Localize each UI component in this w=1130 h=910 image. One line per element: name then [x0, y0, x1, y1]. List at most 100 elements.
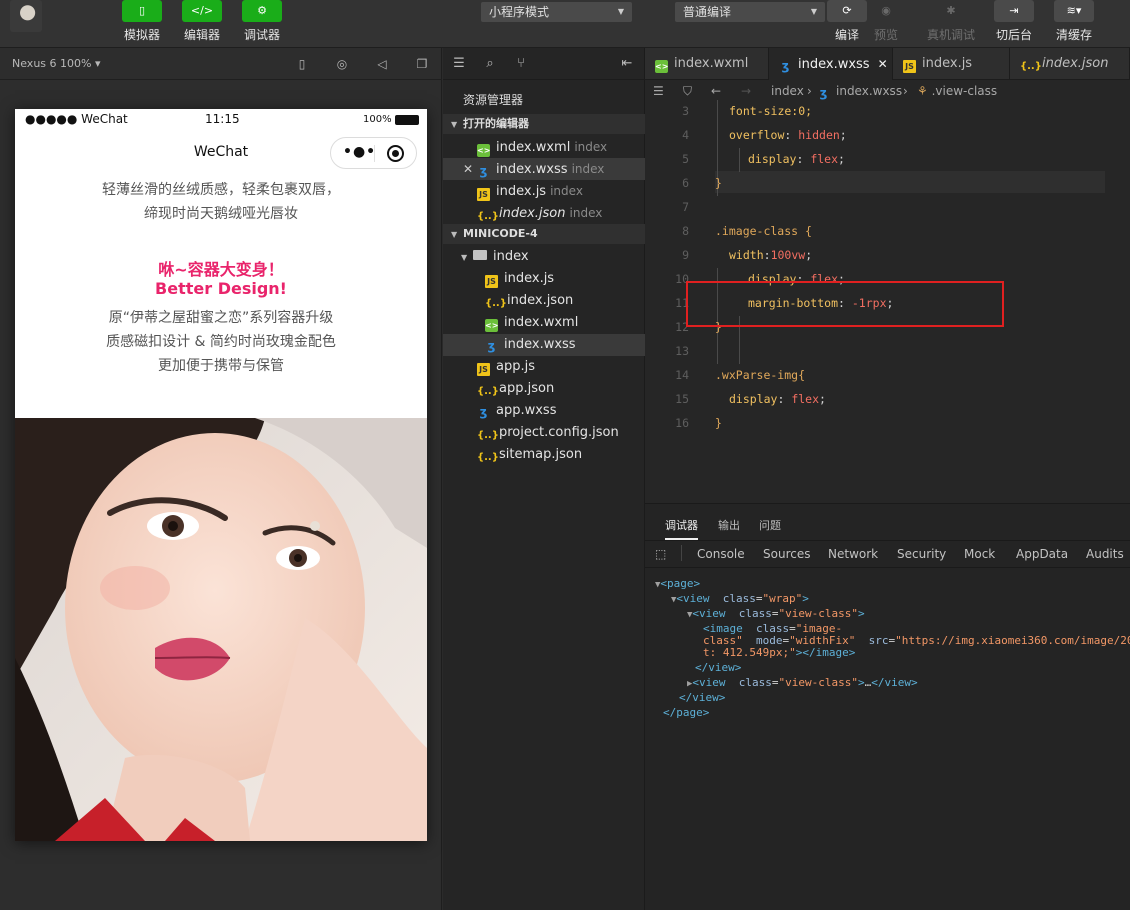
- switch-icon: ⇥: [994, 0, 1034, 22]
- tab-index-wxml[interactable]: <> index.wxml: [645, 48, 769, 80]
- close-icon[interactable]: ✕: [463, 158, 477, 180]
- tab-debugger[interactable]: 调试器: [665, 517, 698, 540]
- chevron-right-icon: ›: [903, 84, 908, 98]
- clear-cache-button[interactable]: ≋▾ 清缓存: [1052, 0, 1096, 43]
- file-item[interactable]: JS index.js: [443, 268, 645, 290]
- capsule-divider: [374, 145, 375, 162]
- remote-debug-button[interactable]: ✱ 真机调试: [926, 0, 976, 43]
- mode-select[interactable]: 小程序模式 ▼: [481, 2, 632, 22]
- dom-node[interactable]: </view>: [695, 661, 741, 674]
- tab-index-js[interactable]: JS index.js: [893, 48, 1010, 80]
- open-editor-item[interactable]: <> index.wxml index: [443, 136, 645, 158]
- close-miniprogram-icon[interactable]: [387, 145, 404, 162]
- sound-icon[interactable]: ◁: [375, 57, 389, 71]
- line-number: 9: [682, 248, 689, 262]
- record-icon[interactable]: ◎: [335, 57, 349, 71]
- file-item[interactable]: ʒ app.wxss: [443, 400, 645, 422]
- tab-security[interactable]: Security: [897, 547, 946, 561]
- file-item[interactable]: {..}project.config.json: [443, 422, 645, 444]
- breadcrumb-item[interactable]: ⚘ .view-class: [917, 80, 997, 102]
- remote-debug-label: 真机调试: [926, 28, 975, 42]
- explorer-title: 资源管理器: [463, 93, 524, 107]
- simulator-button[interactable]: ▯ 模拟器: [120, 0, 164, 43]
- user-avatar[interactable]: [10, 0, 42, 32]
- simulator-label: 模拟器: [123, 28, 160, 42]
- dom-node-collapsed[interactable]: ▶<view class="view-class">…</view>: [687, 676, 918, 689]
- device-select[interactable]: Nexus 6 100% ▾: [12, 57, 101, 70]
- close-icon[interactable]: ✕: [878, 57, 888, 71]
- breadcrumb-item[interactable]: ʒ index.wxss: [817, 80, 902, 102]
- editor-button[interactable]: </> 编辑器: [180, 0, 224, 43]
- tab-network[interactable]: Network: [828, 547, 878, 561]
- wxml-file-icon: <>: [485, 319, 499, 332]
- phone-outline-icon[interactable]: ▯: [295, 57, 309, 71]
- tab-mock[interactable]: Mock: [964, 547, 995, 561]
- compile-button[interactable]: ⟳ 编译: [825, 0, 869, 43]
- open-editor-item[interactable]: JS index.js index: [443, 180, 645, 202]
- dom-node[interactable]: ▼<page>: [655, 577, 700, 590]
- list-icon[interactable]: ☰: [653, 80, 664, 102]
- divider: [645, 540, 1130, 541]
- line-number: 14: [675, 368, 689, 382]
- tab-index-json[interactable]: {..}index.json: [1010, 48, 1130, 80]
- open-editor-item[interactable]: {..}index.json index: [443, 202, 645, 224]
- folder-item[interactable]: ▼ index: [443, 246, 645, 268]
- open-editor-item[interactable]: ✕ ʒ index.wxss index: [443, 158, 645, 180]
- breadcrumb-item[interactable]: index: [771, 80, 804, 102]
- compile-select[interactable]: 普通编译 ▼: [675, 2, 825, 22]
- file-item[interactable]: {..}app.json: [443, 378, 645, 400]
- copy-line: 更加便于携带与保管: [158, 358, 284, 374]
- back-arrow-icon[interactable]: ←: [711, 80, 721, 102]
- bookmark-icon[interactable]: ⛉: [683, 80, 692, 102]
- forward-arrow-icon[interactable]: →: [741, 80, 751, 102]
- tab-problems[interactable]: 问题: [759, 517, 781, 533]
- code-line: font-size:0;: [729, 104, 813, 118]
- dom-node[interactable]: </page>: [663, 706, 709, 719]
- debugger-button[interactable]: ⚙ 调试器: [240, 0, 284, 43]
- file-item[interactable]: {..}index.json: [443, 290, 645, 312]
- search-icon[interactable]: ⌕: [482, 56, 498, 72]
- more-dots-icon[interactable]: •●•: [343, 144, 376, 160]
- js-file-icon: JS: [477, 363, 490, 376]
- product-photo: [15, 418, 427, 841]
- code-icon: </>: [182, 0, 222, 22]
- file-item[interactable]: <> index.wxml: [443, 312, 645, 334]
- compile-select-value: 普通编译: [683, 5, 732, 19]
- js-file-icon: JS: [477, 188, 490, 201]
- code-line: display: flex;: [748, 152, 845, 166]
- tab-audits[interactable]: Audits: [1086, 547, 1124, 561]
- wechat-navbar: WeChat •●•: [15, 131, 427, 171]
- popout-icon[interactable]: ❐: [415, 57, 429, 71]
- tab-sources[interactable]: Sources: [763, 547, 810, 561]
- tab-index-wxss[interactable]: ʒ index.wxss ✕: [769, 48, 893, 80]
- dom-node[interactable]: </view>: [679, 691, 725, 704]
- tab-output[interactable]: 输出: [718, 517, 740, 533]
- git-branch-icon[interactable]: ⑂: [513, 56, 529, 72]
- code-line: .wxParse-img{: [715, 368, 806, 382]
- tab-console[interactable]: Console: [697, 547, 745, 561]
- line-number: 13: [675, 344, 689, 358]
- chevron-right-icon: ›: [807, 84, 812, 98]
- json-file-icon: {..}: [477, 211, 499, 222]
- line-number: 7: [682, 200, 689, 214]
- inspect-element-icon[interactable]: ⬚: [655, 547, 666, 561]
- open-editors-section[interactable]: ▼ 打开的编辑器: [443, 114, 645, 134]
- compile-label: 编译: [834, 28, 859, 42]
- background-button[interactable]: ⇥ 切后台: [992, 0, 1036, 43]
- file-item[interactable]: JS app.js: [443, 356, 645, 378]
- battery-icon: [395, 115, 419, 125]
- capsule-menu[interactable]: •●•: [330, 137, 417, 169]
- model-portrait-image: [15, 418, 427, 841]
- preview-button[interactable]: ◉ 预览: [864, 0, 908, 43]
- code-line: }: [715, 176, 722, 190]
- project-section[interactable]: ▼ MINICODE-4: [443, 224, 645, 244]
- tab-appdata[interactable]: AppData: [1016, 547, 1068, 561]
- file-item[interactable]: {..}sitemap.json: [443, 444, 645, 466]
- collapse-panel-icon[interactable]: ⇤: [619, 56, 635, 72]
- file-item-selected[interactable]: ʒ index.wxss: [443, 334, 645, 356]
- top-toolbar: ▯ 模拟器 </> 编辑器 ⚙ 调试器 小程序模式 ▼ 普通编译 ▼ ⟳ 编译 …: [0, 0, 1130, 48]
- dom-node[interactable]: ▼<view class="view-class">: [687, 607, 865, 620]
- dom-node-image[interactable]: t: 412.549px;"></image>: [703, 646, 855, 659]
- list-icon[interactable]: ☰: [451, 56, 467, 72]
- dom-node[interactable]: ▼<view class="wrap">: [671, 592, 809, 605]
